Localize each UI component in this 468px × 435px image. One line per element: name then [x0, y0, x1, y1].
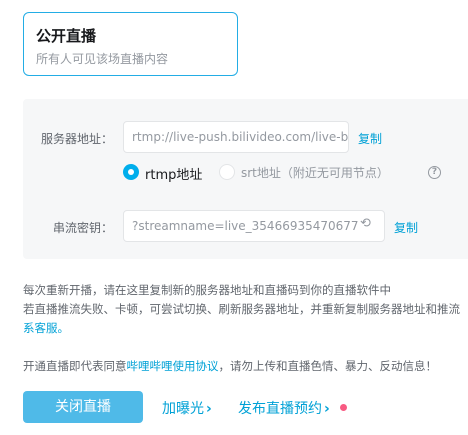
notification-dot — [340, 404, 347, 411]
public-live-card[interactable]: 公开直播 所有人可见该场直播内容 — [23, 12, 238, 76]
boost-exposure-label: 加曝光 — [162, 401, 204, 417]
contact-support-link[interactable]: 系客服。 — [23, 320, 69, 336]
agreement-line: 开通直播即代表同意哔哩哔哩使用协议，请勿上传和直播色情、暴力、反动信息！ — [23, 358, 437, 374]
schedule-live-link[interactable]: 发布直播预约 › — [238, 398, 330, 418]
info-line-2: 若直播推流失败、卡顿，可尝试切换、刷新服务器地址，并重新复制服务器地址和推流 — [23, 302, 460, 316]
agreement-prefix: 开通直播即代表同意 — [23, 359, 127, 373]
stream-key-value: ?streamname=live_35466935470677 — [132, 219, 359, 233]
boost-exposure-link[interactable]: 加曝光 › — [162, 398, 212, 418]
stream-key-field[interactable]: ?streamname=live_35466935470677 — [123, 210, 385, 242]
server-address-field[interactable]: rtmp://live-push.bilivideo.com/live-bv — [123, 121, 349, 153]
rtmp-radio-label[interactable]: rtmp地址 — [145, 164, 202, 183]
mode-title: 公开直播 — [36, 27, 97, 45]
mode-description: 所有人可见该场直播内容 — [36, 52, 169, 66]
copy-server-button[interactable]: 复制 — [358, 130, 382, 147]
stream-settings-panel: 服务器地址： rtmp://live-push.bilivideo.com/li… — [23, 99, 468, 259]
rtmp-radio[interactable] — [123, 164, 139, 180]
user-agreement-link[interactable]: 哔哩哔哩使用协议 — [127, 359, 219, 373]
close-live-button[interactable]: 关闭直播 — [23, 391, 143, 423]
agreement-suffix: ，请勿上传和直播色情、暴力、反动信息！ — [218, 359, 438, 373]
server-address-label: 服务器地址： — [40, 132, 113, 146]
stream-key-label: 串流密钥： — [52, 221, 113, 235]
srt-radio-label[interactable]: srt地址（附近无可用节点） — [241, 164, 389, 181]
chevron-right-icon: › — [206, 401, 212, 417]
info-line-1: 每次重新开播，请在这里复制新的服务器地址和直播码到你的直播软件中 — [23, 283, 391, 297]
copy-stream-key-button[interactable]: 复制 — [394, 219, 418, 236]
chevron-right-icon: › — [324, 401, 330, 417]
refresh-icon[interactable]: ⟲ — [360, 216, 371, 231]
question-circle-icon[interactable]: ? — [428, 166, 441, 179]
srt-radio[interactable] — [219, 164, 235, 180]
schedule-live-label: 发布直播预约 — [238, 401, 322, 417]
